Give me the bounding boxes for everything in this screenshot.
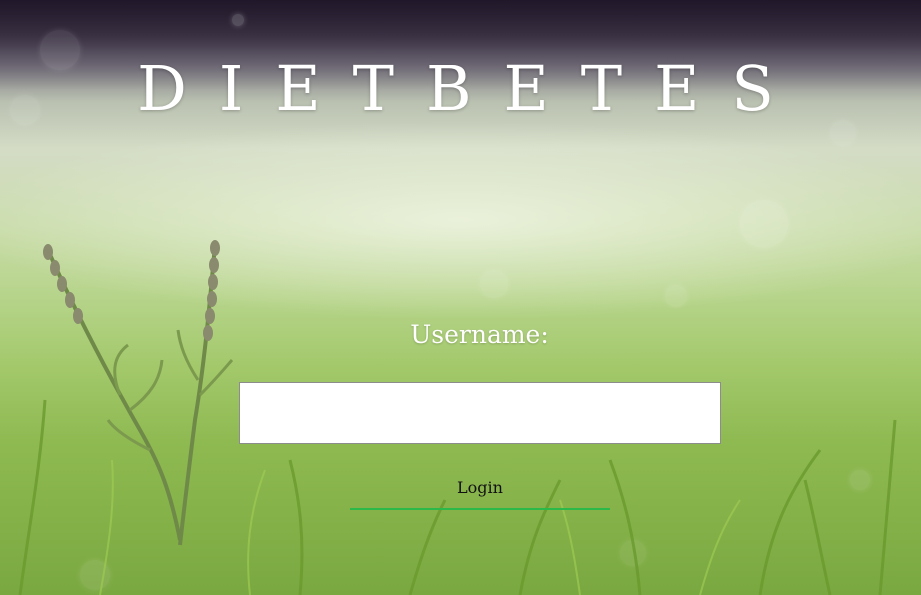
- login-button[interactable]: Login: [350, 466, 610, 510]
- username-label: Username:: [410, 320, 549, 349]
- app-title: DIETBETES: [137, 52, 806, 125]
- username-input[interactable]: [239, 382, 721, 444]
